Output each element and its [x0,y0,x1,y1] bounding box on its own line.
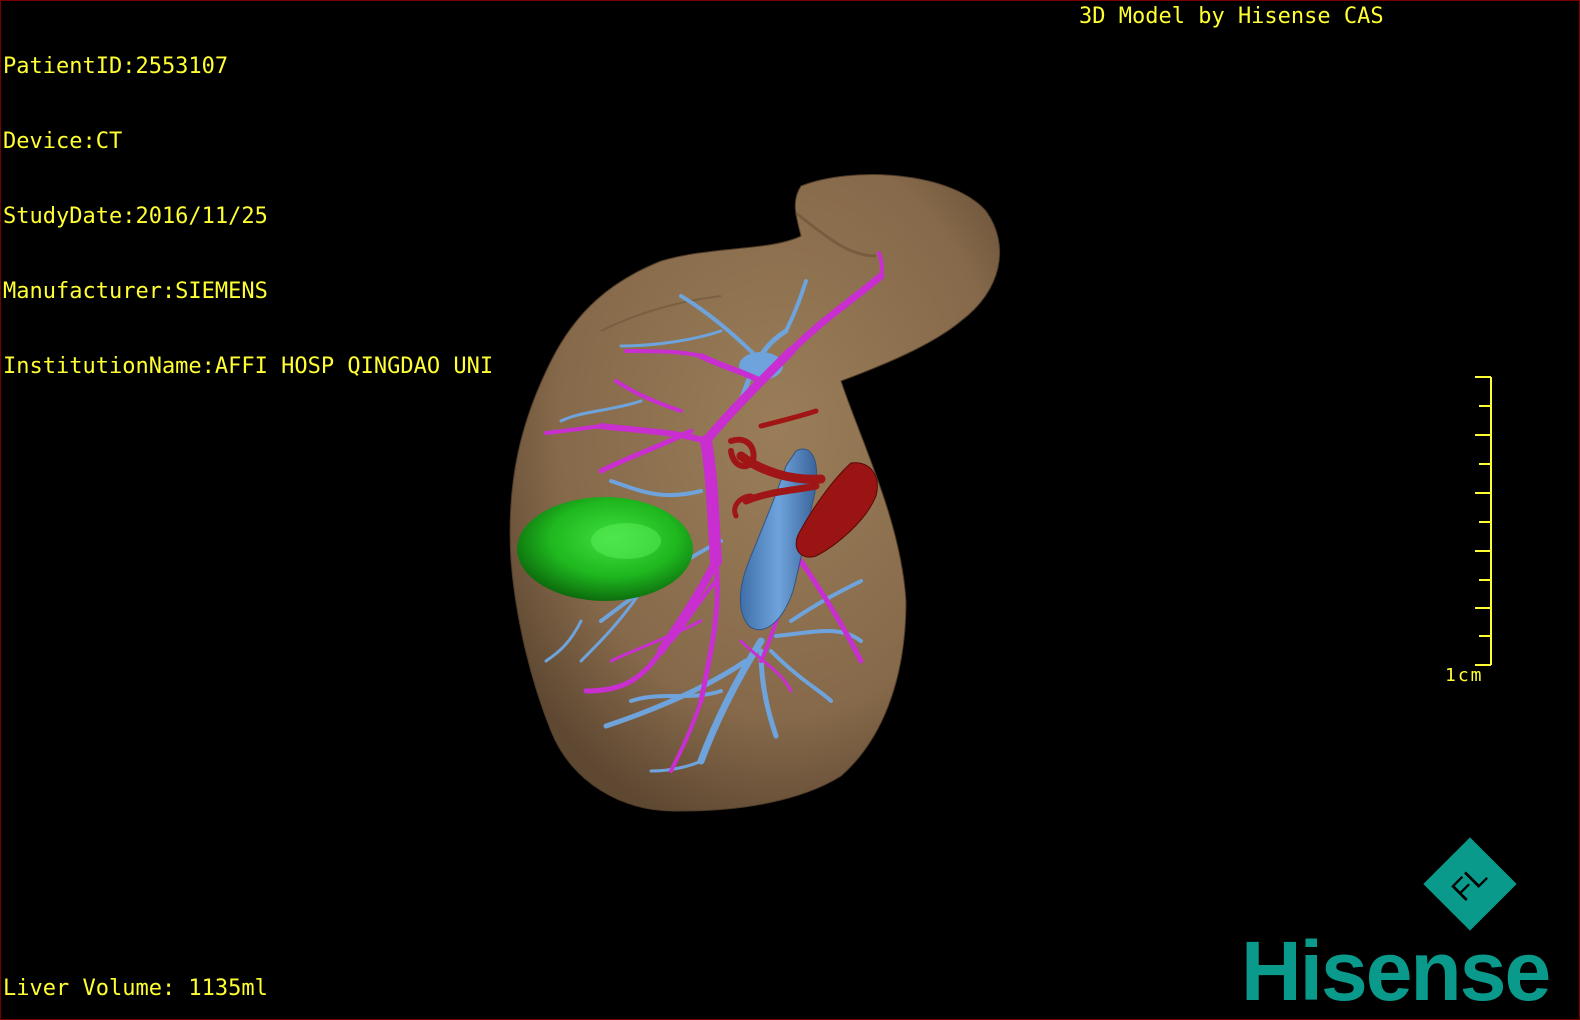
device: Device:CT [3,129,123,154]
study-date: StudyDate:2016/11/25 [3,204,268,229]
hisense-logo: Hisense [1241,924,1551,1018]
model-credit: 3D Model by Hisense CAS [1079,4,1384,29]
liver-surface [509,174,1001,812]
3d-viewport[interactable]: PatientID:2553107 Device:CT StudyDate:20… [0,0,1580,1020]
manufacturer: Manufacturer:SIEMENS [3,279,268,304]
patient-id: PatientID:2553107 [3,54,229,79]
institution-name: InstitutionName:AFFI HOSP QINGDAO UNI [3,354,494,379]
dicom-info: PatientID:2553107 Device:CT StudyDate:20… [3,4,493,429]
scale-bar [1475,376,1492,666]
liver-volume: Liver Volume: 1135ml [3,976,268,1001]
hisense-fl-logo-icon: FL [1423,837,1517,931]
lesion-highlight [591,523,661,559]
scale-bar-label: 1cm [1445,665,1484,686]
